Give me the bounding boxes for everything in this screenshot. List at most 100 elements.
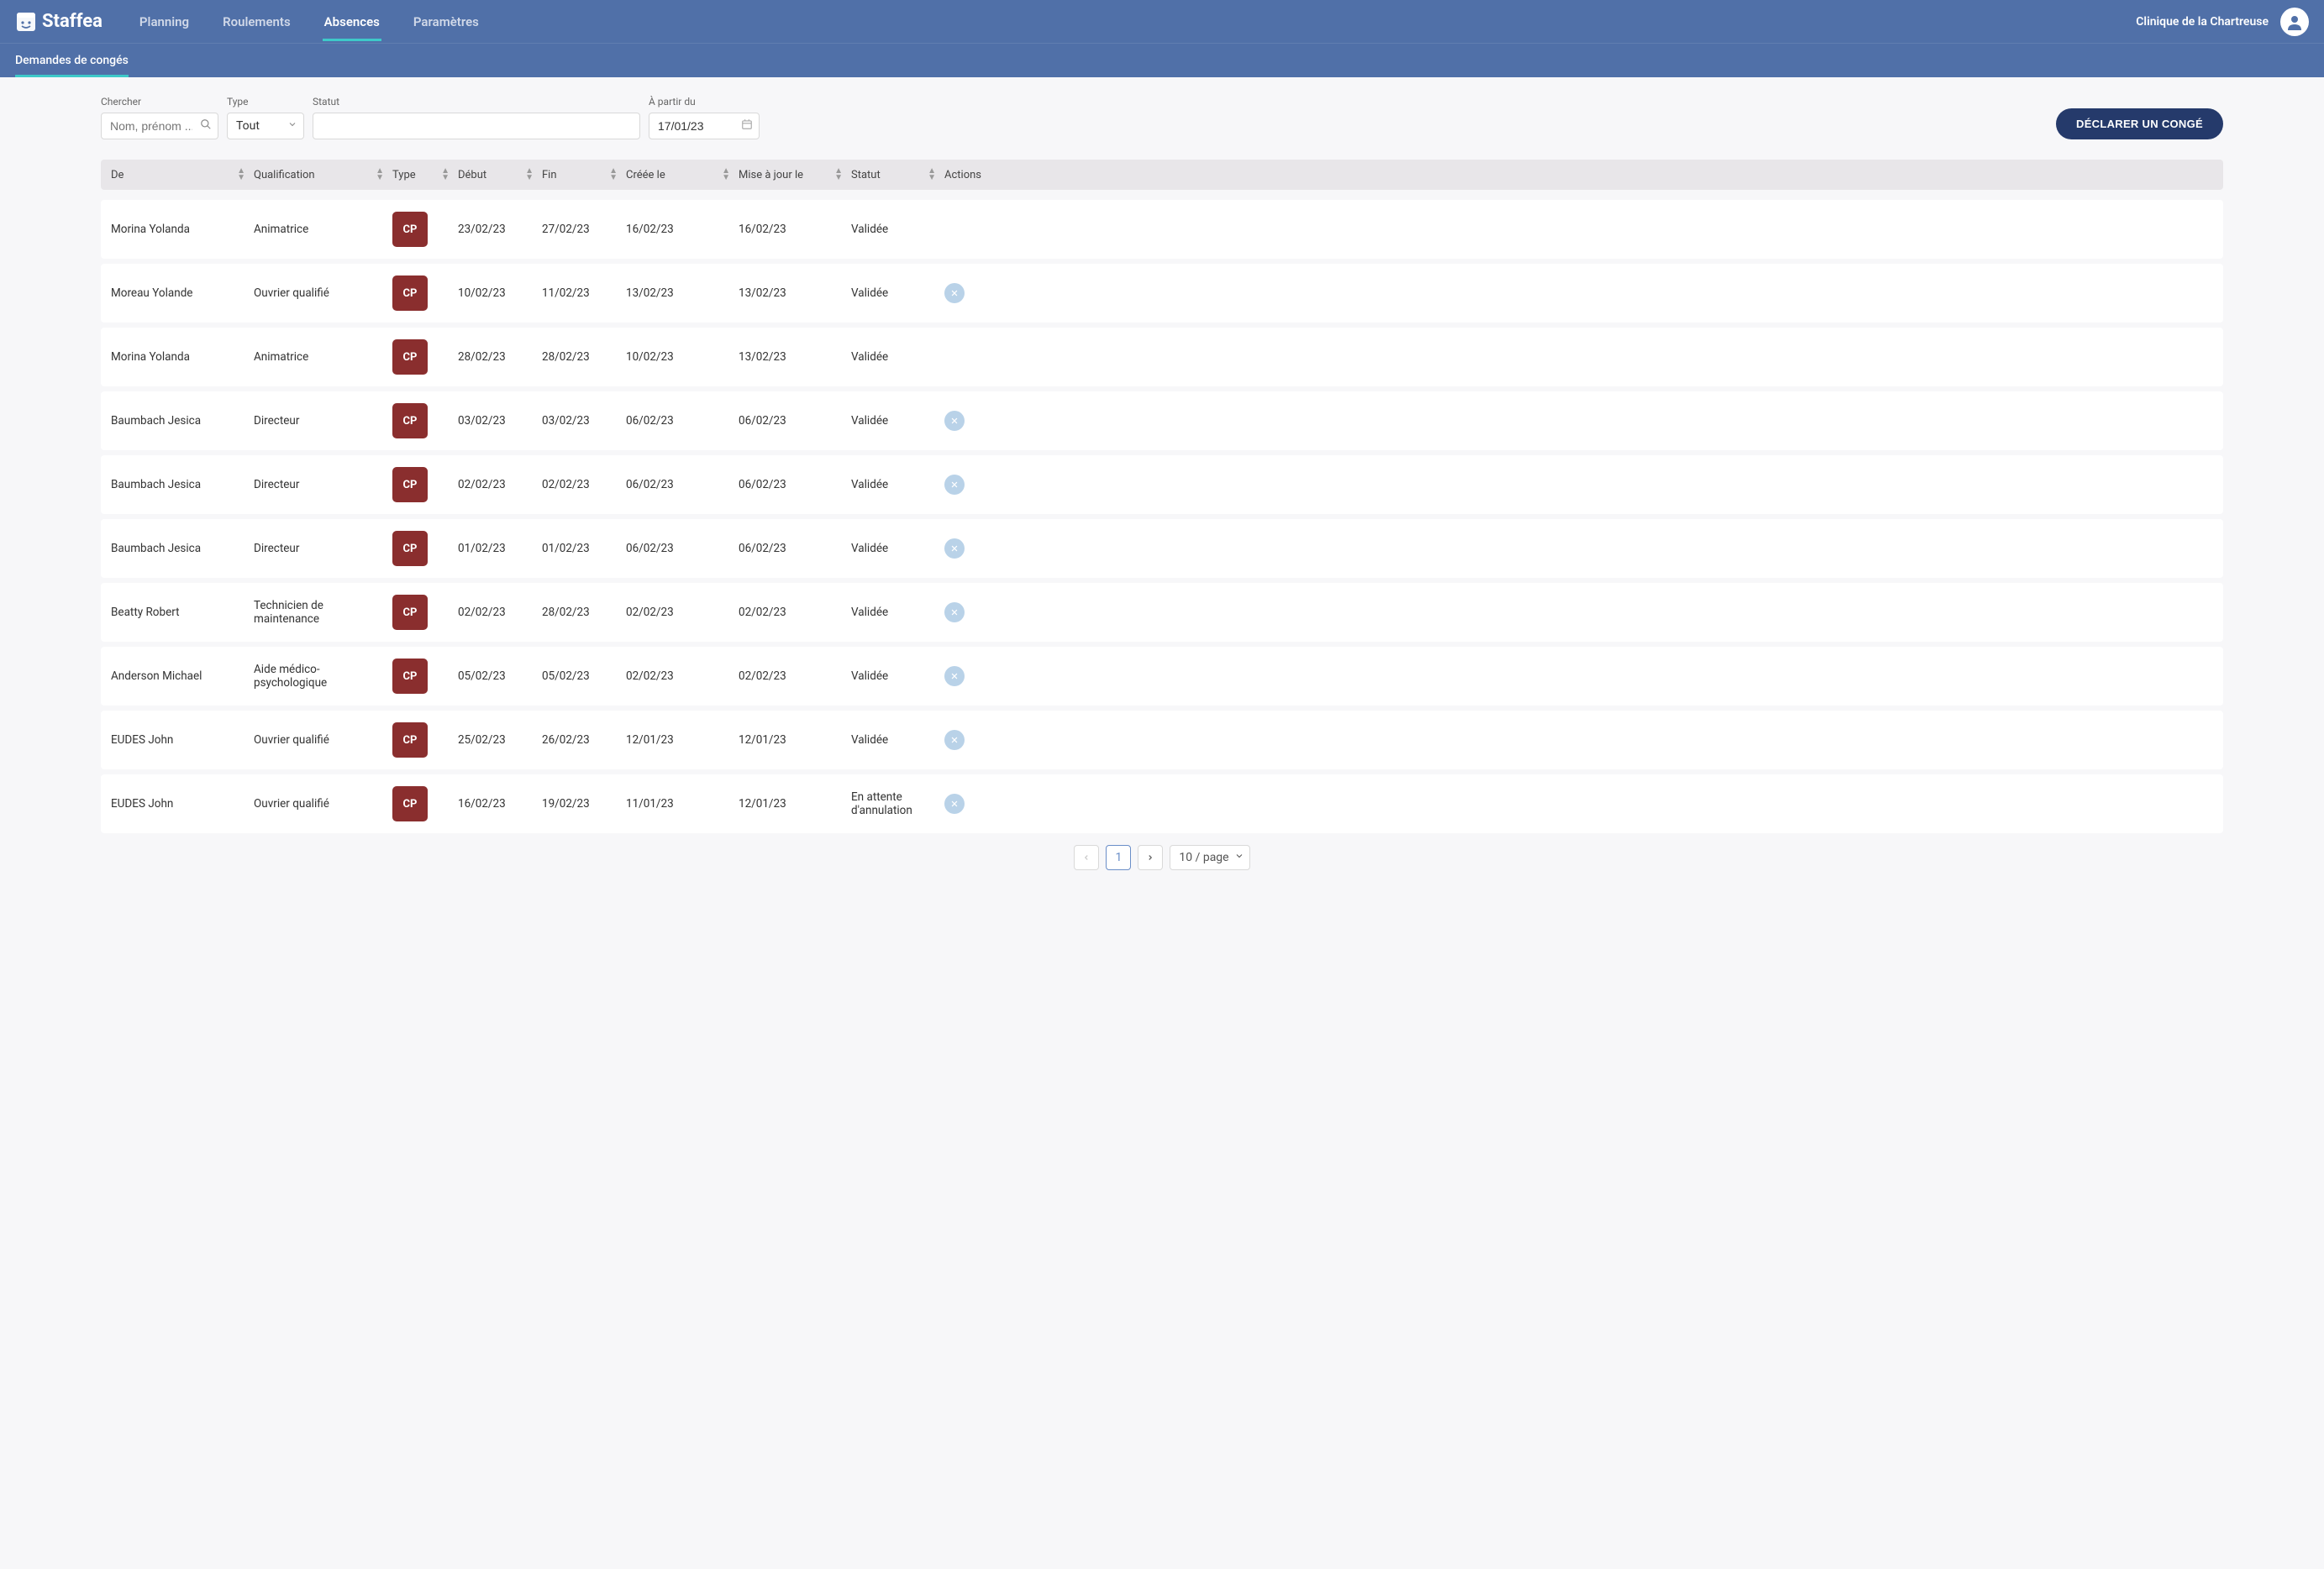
status-input[interactable] xyxy=(313,113,640,139)
cell-debut: 03/02/23 xyxy=(458,414,542,428)
page-prev-button[interactable] xyxy=(1074,845,1099,870)
col-creee[interactable]: Créée le▲▼ xyxy=(626,168,739,181)
org-name: Clinique de la Chartreuse xyxy=(2136,15,2269,29)
tab-roulements[interactable]: Roulements xyxy=(209,3,304,41)
cell-fin: 03/02/23 xyxy=(542,414,626,428)
cell-qualification: Ouvrier qualifié xyxy=(254,286,392,300)
cell-maj: 02/02/23 xyxy=(739,669,851,683)
cell-qualification: Aide médico-psychologique xyxy=(254,663,392,690)
page-next-button[interactable] xyxy=(1138,845,1163,870)
type-select[interactable]: Tout xyxy=(227,113,304,139)
cell-de: Anderson Michael xyxy=(111,669,254,683)
cancel-button[interactable] xyxy=(944,538,965,559)
cell-maj: 13/02/23 xyxy=(739,286,851,300)
brand-logo[interactable]: Staffea xyxy=(15,9,103,34)
cell-debut: 10/02/23 xyxy=(458,286,542,300)
cancel-button[interactable] xyxy=(944,794,965,814)
tab-absences[interactable]: Absences xyxy=(311,3,393,41)
cell-statut: Validée xyxy=(851,414,944,428)
cell-maj: 06/02/23 xyxy=(739,414,851,428)
cell-statut: En attente d'annulation xyxy=(851,790,944,817)
close-icon xyxy=(950,608,959,617)
cell-type: CP xyxy=(392,659,458,694)
sort-icon: ▲▼ xyxy=(525,168,542,181)
cell-actions xyxy=(944,602,1025,622)
table-row: Morina YolandaAnimatriceCP28/02/2328/02/… xyxy=(101,328,2223,386)
cell-fin: 02/02/23 xyxy=(542,478,626,491)
logo-icon xyxy=(15,9,37,34)
table-row: Beatty RobertTechnicien de maintenanceCP… xyxy=(101,583,2223,642)
col-statut[interactable]: Statut▲▼ xyxy=(851,168,944,181)
cancel-button[interactable] xyxy=(944,411,965,431)
tab-parametres[interactable]: Paramètres xyxy=(400,3,492,41)
page-size-select[interactable]: 10 / page xyxy=(1170,845,1249,870)
cell-qualification: Directeur xyxy=(254,542,392,555)
table-row: Moreau YolandeOuvrier qualifiéCP10/02/23… xyxy=(101,264,2223,323)
declare-leave-button[interactable]: DÉCLARER UN CONGÉ xyxy=(2056,108,2223,139)
chevron-left-icon xyxy=(1082,853,1091,862)
cell-fin: 26/02/23 xyxy=(542,733,626,747)
table-header: De▲▼ Qualification▲▼ Type▲▼ Début▲▼ Fin▲… xyxy=(101,160,2223,190)
cell-statut: Validée xyxy=(851,606,944,619)
type-label: Type xyxy=(227,96,304,108)
col-debut[interactable]: Début▲▼ xyxy=(458,168,542,181)
cell-maj: 06/02/23 xyxy=(739,478,851,491)
cell-statut: Validée xyxy=(851,669,944,683)
table-row: Baumbach JesicaDirecteurCP01/02/2301/02/… xyxy=(101,519,2223,578)
cell-creee: 06/02/23 xyxy=(626,414,739,428)
close-icon xyxy=(950,736,959,744)
cell-maj: 02/02/23 xyxy=(739,606,851,619)
type-badge: CP xyxy=(392,275,428,311)
type-badge: CP xyxy=(392,467,428,502)
leave-table: De▲▼ Qualification▲▼ Type▲▼ Début▲▼ Fin▲… xyxy=(101,160,2223,833)
close-icon xyxy=(950,544,959,553)
cancel-button[interactable] xyxy=(944,475,965,495)
avatar[interactable] xyxy=(2280,8,2309,36)
status-label: Statut xyxy=(313,96,640,108)
page-number-1[interactable]: 1 xyxy=(1106,845,1131,870)
cell-creee: 06/02/23 xyxy=(626,542,739,555)
cancel-button[interactable] xyxy=(944,602,965,622)
col-qualification[interactable]: Qualification▲▼ xyxy=(254,168,392,181)
col-maj[interactable]: Mise à jour le▲▼ xyxy=(739,168,851,181)
cell-creee: 13/02/23 xyxy=(626,286,739,300)
cancel-button[interactable] xyxy=(944,730,965,750)
cell-type: CP xyxy=(392,786,458,821)
close-icon xyxy=(950,672,959,680)
cell-qualification: Ouvrier qualifié xyxy=(254,797,392,811)
chevron-down-icon xyxy=(1234,851,1244,864)
cell-debut: 02/02/23 xyxy=(458,606,542,619)
close-icon xyxy=(950,417,959,425)
filter-search: Chercher xyxy=(101,96,218,139)
cell-type: CP xyxy=(392,595,458,630)
close-icon xyxy=(950,289,959,297)
cell-debut: 01/02/23 xyxy=(458,542,542,555)
cell-statut: Validée xyxy=(851,286,944,300)
cell-qualification: Technicien de maintenance xyxy=(254,599,392,626)
cancel-button[interactable] xyxy=(944,666,965,686)
col-type[interactable]: Type▲▼ xyxy=(392,168,458,181)
cell-actions xyxy=(944,666,1025,686)
cell-fin: 19/02/23 xyxy=(542,797,626,811)
cell-fin: 01/02/23 xyxy=(542,542,626,555)
col-fin[interactable]: Fin▲▼ xyxy=(542,168,626,181)
filter-status: Statut xyxy=(313,96,640,139)
cell-actions xyxy=(944,730,1025,750)
type-badge: CP xyxy=(392,786,428,821)
top-nav: Staffea Planning Roulements Absences Par… xyxy=(0,0,2324,43)
cell-debut: 16/02/23 xyxy=(458,797,542,811)
cancel-button[interactable] xyxy=(944,283,965,303)
cell-qualification: Ouvrier qualifié xyxy=(254,733,392,747)
cell-fin: 05/02/23 xyxy=(542,669,626,683)
tab-planning[interactable]: Planning xyxy=(126,3,202,41)
col-de[interactable]: De▲▼ xyxy=(111,168,254,181)
table-row: EUDES JohnOuvrier qualifiéCP25/02/2326/0… xyxy=(101,711,2223,769)
cell-type: CP xyxy=(392,339,458,375)
cell-actions xyxy=(944,283,1025,303)
subtab-demandes[interactable]: Demandes de congés xyxy=(15,44,129,77)
cell-de: Baumbach Jesica xyxy=(111,414,254,428)
col-actions: Actions xyxy=(944,169,1025,181)
table-row: EUDES JohnOuvrier qualifiéCP16/02/2319/0… xyxy=(101,774,2223,833)
user-icon xyxy=(2286,13,2303,30)
cell-creee: 02/02/23 xyxy=(626,606,739,619)
